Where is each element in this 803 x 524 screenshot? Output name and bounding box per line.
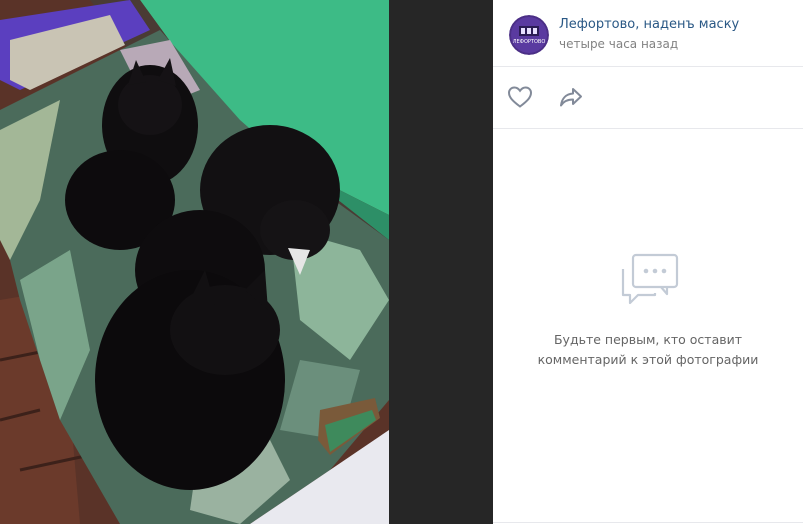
author-link[interactable]: Лефортово, наденъ маску [559,17,739,32]
empty-comments-message: Будьте первым, кто оставит комментарий к… [493,330,803,370]
comments-icon [621,253,679,305]
avatar[interactable]: ЛЕФОРТОВО [509,15,549,55]
post-sidebar: ЛЕФОРТОВО Лефортово, наденъ маску четыре… [493,0,803,524]
heart-outline-icon [507,86,533,108]
post-header: ЛЕФОРТОВО Лефортово, наденъ маску четыре… [493,0,803,67]
empty-comments-line-2: комментарий к этой фотографии [537,352,759,367]
post-actions [493,67,803,129]
like-button[interactable] [505,83,535,111]
photo-viewer: ЛЕФОРТОВО Лефортово, наденъ маску четыре… [0,0,803,524]
share-arrow-icon [560,88,582,107]
share-button[interactable] [556,83,586,111]
photo[interactable] [0,0,389,524]
post-time[interactable]: четыре часа назад [559,37,678,51]
avatar-logo-text: ЛЕФОРТОВО [513,39,546,45]
divider [493,522,803,523]
comments-empty-state: Будьте первым, кто оставит комментарий к… [493,129,803,523]
photo-background [389,0,493,524]
empty-comments-line-1: Будьте первым, кто оставит [553,332,743,347]
photo-area[interactable] [0,0,493,524]
